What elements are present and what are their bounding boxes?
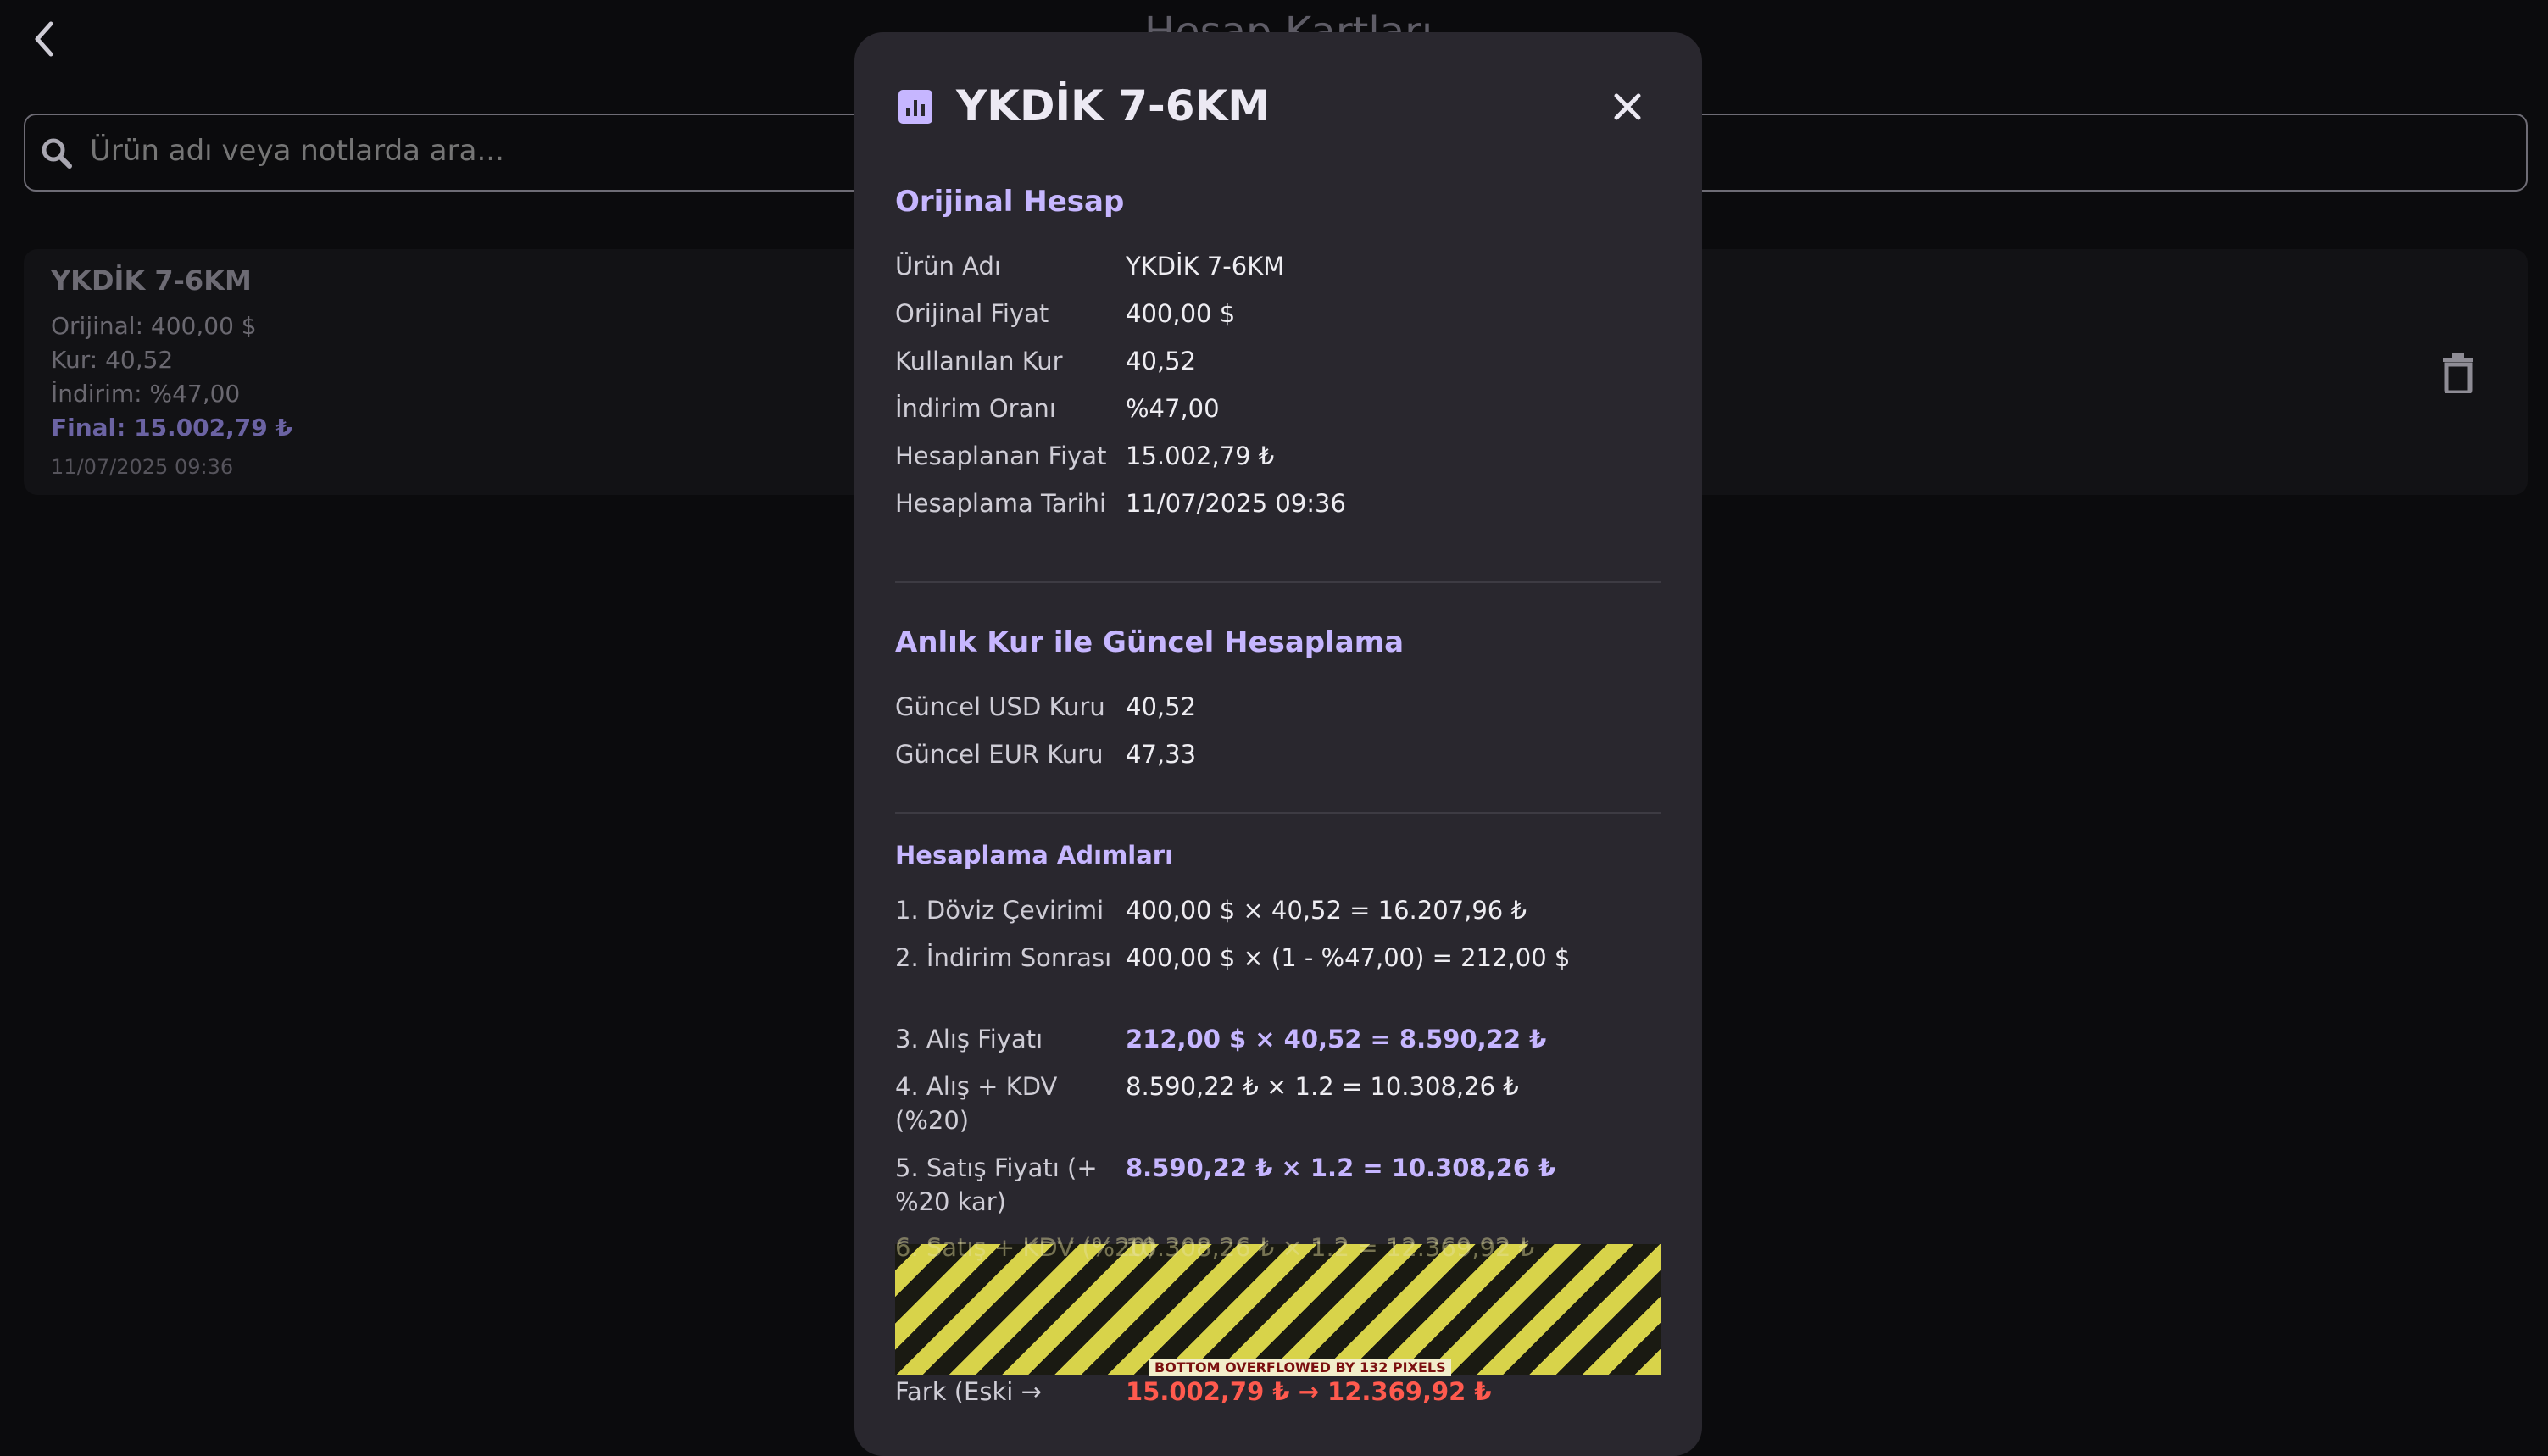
row-value: 11/07/2025 09:36 [1126, 489, 1346, 518]
row-value: 40,52 [1126, 347, 1197, 375]
row-label: Kullanılan Kur [895, 347, 1063, 375]
row-label: İndirim Oranı [895, 394, 1056, 423]
section-current-title: Anlık Kur ile Güncel Hesaplama [895, 625, 1405, 659]
row-value: YKDİK 7-6KM [1126, 252, 1285, 281]
step-value: 15.002,79 ₺ → 12.369,92 ₺ [1126, 1377, 1492, 1406]
back-button[interactable] [20, 15, 68, 63]
row-value: %47,00 [1126, 394, 1220, 423]
overflow-label: BOTTOM OVERFLOWED BY 132 PIXELS [1149, 1359, 1451, 1376]
step-value: 8.590,22 ₺ × 1.2 = 10.308,26 ₺ [1126, 1153, 1556, 1182]
card-date: 11/07/2025 09:36 [51, 455, 234, 479]
row-label: Ürün Adı [895, 252, 1001, 281]
section-original-title: Orijinal Hesap [895, 185, 1125, 219]
row-value: 15.002,79 ₺ [1126, 442, 1275, 470]
step-label: 2. İndirim Sonrası [895, 943, 1112, 972]
card-rate: Kur: 40,52 [51, 346, 174, 374]
close-button[interactable] [1607, 86, 1648, 127]
row-value: 400,00 $ [1126, 299, 1236, 328]
divider [895, 812, 1661, 814]
chevron-left-icon [35, 21, 53, 57]
step-value-overlay: 10.308,26 ₺ × 1.2 = 12.369,92 ₺ [1126, 1233, 1535, 1262]
row-label: Güncel EUR Kuru [895, 740, 1104, 769]
chart-icon [898, 90, 932, 124]
row-label: Güncel USD Kuru [895, 692, 1105, 721]
step-label-overlay: 6. Satış + KDV (%20) [895, 1233, 1156, 1262]
step-value: 212,00 $ × 40,52 = 8.590,22 ₺ [1126, 1025, 1547, 1053]
row-label: Hesaplama Tarihi [895, 489, 1107, 518]
row-value: 40,52 [1126, 692, 1197, 721]
dialog-title: YKDİK 7-6KM [956, 81, 1271, 131]
search-icon [42, 138, 72, 169]
step-value: 8.590,22 ₺ × 1.2 = 10.308,26 ₺ [1126, 1072, 1519, 1101]
divider [895, 581, 1661, 583]
row-label: Orijinal Fiyat [895, 299, 1049, 328]
card-original-price: Orijinal: 400,00 $ [51, 312, 257, 340]
step-label: 5. Satış Fiyatı (+ %20 kar) [895, 1153, 1098, 1216]
card-discount: İndirim: %47,00 [51, 380, 241, 408]
row-value: 47,33 [1126, 740, 1197, 769]
step-label: Fark (Eski → [895, 1377, 1042, 1406]
step-value: 400,00 $ × (1 - %47,00) = 212,00 $ [1126, 943, 1571, 972]
trash-icon[interactable] [2441, 353, 2475, 393]
step-label: 3. Alış Fiyatı [895, 1025, 1043, 1053]
row-label: Hesaplanan Fiyat [895, 442, 1107, 470]
step-value: 400,00 $ × 40,52 = 16.207,96 ₺ [1126, 896, 1527, 925]
card-final-price: Final: 15.002,79 ₺ [51, 414, 292, 442]
card-title: YKDİK 7-6KM [51, 264, 252, 297]
step-label: 1. Döviz Çevirimi [895, 896, 1104, 925]
section-steps-title: Hesaplama Adımları [895, 841, 1174, 870]
close-icon [1614, 93, 1641, 120]
search-input[interactable] [90, 134, 819, 168]
step-label: 4. Alış + KDV (%20) [895, 1072, 1058, 1135]
